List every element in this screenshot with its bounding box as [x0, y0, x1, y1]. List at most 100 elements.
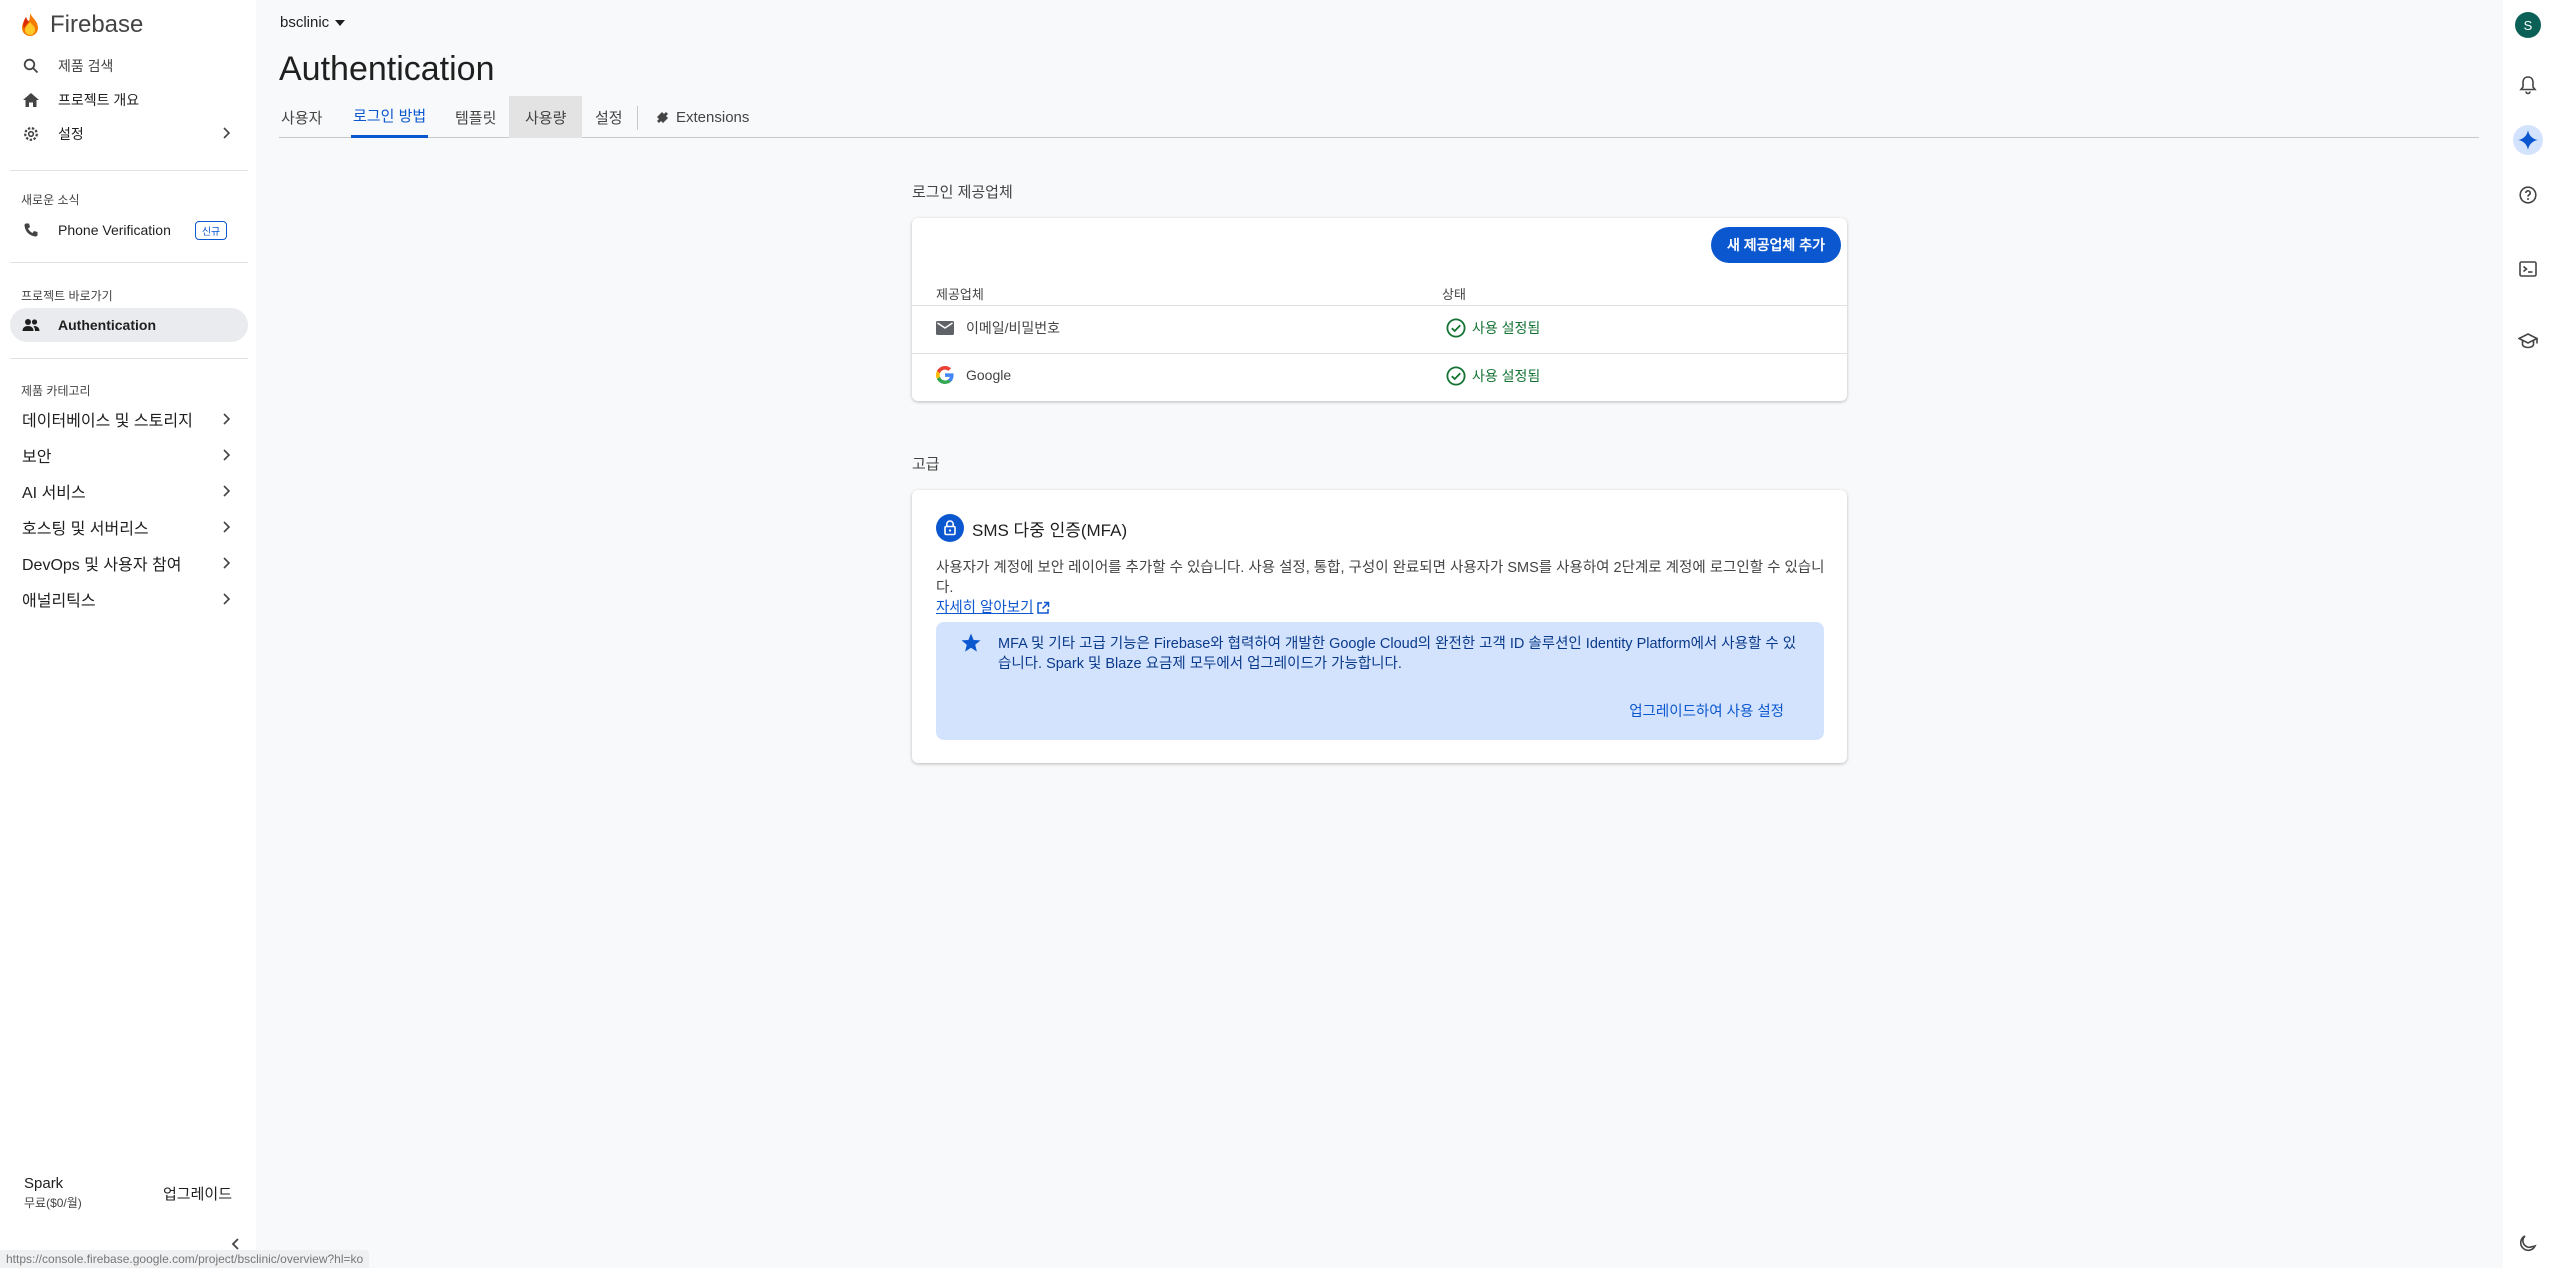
category-ai-services[interactable]: AI 서비스: [22, 476, 248, 506]
moon-icon: [2519, 1235, 2537, 1252]
status-bar-url: https://console.firebase.google.com/proj…: [0, 1250, 370, 1268]
plan-price: 무료($0/월): [24, 1196, 82, 1210]
chevron-right-icon: [223, 449, 231, 461]
provider-column-header: 제공업체: [936, 287, 984, 302]
divider: [10, 262, 248, 263]
divider: [10, 358, 248, 359]
project-selector[interactable]: bsclinic: [280, 14, 346, 31]
news-section-label: 새로운 소식: [21, 193, 80, 207]
external-link-icon: [1037, 601, 1050, 614]
identity-platform-notice: MFA 및 기타 고급 기능은 Firebase와 협력하여 개발한 Googl…: [936, 622, 1824, 740]
sidebar-item-label: 설정: [58, 126, 84, 142]
bell-icon: [2519, 76, 2537, 95]
sidebar-item-phone-verification[interactable]: Phone Verification 신규: [10, 213, 248, 247]
providers-section-label: 로그인 제공업체: [912, 184, 1013, 201]
dark-mode-toggle[interactable]: [2513, 1228, 2543, 1258]
sidebar-item-settings[interactable]: 설정: [10, 117, 248, 151]
terminal-icon: [2519, 261, 2537, 277]
help-icon: [2519, 186, 2537, 204]
provider-cell: Google: [936, 366, 1011, 384]
provider-status: 사용 설정됨: [1446, 318, 1540, 338]
tab-templates[interactable]: 템플릿: [453, 96, 498, 138]
tab-extensions[interactable]: Extensions: [653, 96, 751, 138]
tab-label: Extensions: [676, 108, 750, 126]
status-column-header: 상태: [1442, 287, 1466, 302]
provider-row-email[interactable]: 이메일/비밀번호 사용 설정됨: [912, 305, 1847, 353]
phone-icon: [20, 219, 42, 241]
tab-separator: [637, 106, 638, 130]
categories-section-label: 제품 카테고리: [21, 384, 91, 398]
provider-name: 이메일/비밀번호: [966, 320, 1061, 336]
brand-name: Firebase: [50, 11, 144, 38]
mfa-title: SMS 다중 인증(MFA): [936, 514, 1127, 542]
extensions-icon: [657, 111, 668, 123]
mfa-card: SMS 다중 인증(MFA) 사용자가 계정에 보안 레이어를 추가할 수 있습…: [912, 490, 1847, 763]
category-label: 애널리틱스: [22, 593, 96, 610]
category-label: 보안: [22, 449, 52, 466]
star-icon: [961, 633, 981, 652]
provider-cell: 이메일/비밀번호: [936, 318, 1060, 338]
advanced-section-label: 고급: [912, 456, 940, 473]
category-label: AI 서비스: [22, 485, 86, 502]
add-provider-button[interactable]: 새 제공업체 추가: [1711, 227, 1841, 263]
chevron-right-icon: [223, 521, 231, 533]
notifications-button[interactable]: [2513, 70, 2543, 100]
help-button[interactable]: [2513, 180, 2543, 210]
chevron-right-icon: [223, 413, 231, 425]
firebase-flame-icon: [22, 13, 38, 36]
upgrade-enable-button[interactable]: 업그레이드하여 사용 설정: [1629, 700, 1784, 721]
gear-icon: [20, 123, 42, 145]
tab-users[interactable]: 사용자: [279, 96, 324, 138]
mail-icon: [936, 321, 954, 335]
sidebar-item-overview[interactable]: 프로젝트 개요: [10, 83, 248, 117]
plan-name: Spark: [24, 1175, 64, 1192]
category-database-storage[interactable]: 데이터베이스 및 스토리지: [22, 404, 248, 434]
chevron-right-icon: [223, 127, 231, 139]
sidebar-item-authentication[interactable]: Authentication: [10, 308, 248, 342]
notice-text: MFA 및 기타 고급 기능은 Firebase와 협력하여 개발한 Googl…: [998, 636, 1797, 672]
home-icon: [20, 89, 42, 111]
tab-settings[interactable]: 설정: [593, 96, 625, 138]
check-circle-icon: [1446, 318, 1466, 338]
chevron-right-icon: [223, 557, 231, 569]
learning-button[interactable]: [2513, 326, 2543, 356]
category-hosting-serverless[interactable]: 호스팅 및 서버리스: [22, 512, 248, 542]
mfa-description-text: 사용자가 계정에 보안 레이어를 추가할 수 있습니다. 사용 설정, 통합, …: [936, 560, 1825, 596]
cloud-shell-button[interactable]: [2513, 254, 2543, 284]
mfa-description: 사용자가 계정에 보안 레이어를 추가할 수 있습니다. 사용 설정, 통합, …: [936, 558, 1826, 618]
plan-info: Spark 무료($0/월): [24, 1175, 82, 1211]
chevron-right-icon: [223, 485, 231, 497]
product-search[interactable]: 제품 검색: [10, 49, 248, 83]
tab-usage[interactable]: 사용량: [509, 96, 583, 138]
firebase-logo[interactable]: Firebase: [20, 10, 143, 40]
provider-name: Google: [966, 367, 1012, 383]
category-label: DevOps 및 사용자 참여: [22, 557, 182, 574]
category-analytics[interactable]: 애널리틱스: [22, 584, 248, 614]
category-devops[interactable]: DevOps 및 사용자 참여: [22, 548, 248, 578]
lock-icon: [936, 514, 964, 542]
search-label: 제품 검색: [58, 58, 114, 74]
sidebar-item-label: Authentication: [58, 317, 156, 333]
search-icon: [20, 55, 42, 77]
sidebar: Firebase 제품 검색 프로젝트 개요 설정 새로운 소식 Phone V…: [0, 0, 256, 1268]
status-text: 사용 설정됨: [1472, 368, 1541, 384]
divider: [10, 170, 248, 171]
google-icon: [936, 366, 954, 384]
category-label: 데이터베이스 및 스토리지: [22, 413, 193, 430]
new-badge: 신규: [194, 220, 228, 240]
sidebar-item-label: 프로젝트 개요: [58, 92, 140, 108]
upgrade-button[interactable]: 업그레이드: [163, 1183, 232, 1204]
sidebar-item-label: Phone Verification: [58, 222, 171, 238]
gemini-button[interactable]: [2513, 125, 2543, 155]
tab-sign-in-method[interactable]: 로그인 방법: [351, 96, 429, 138]
avatar[interactable]: S: [2515, 12, 2541, 38]
school-icon: [2518, 333, 2538, 349]
provider-status: 사용 설정됨: [1446, 366, 1540, 386]
learn-more-link[interactable]: 자세히 알아보기: [936, 598, 1033, 618]
category-label: 호스팅 및 서버리스: [22, 521, 149, 538]
people-icon: [20, 314, 42, 336]
mfa-title-text: SMS 다중 인증(MFA): [972, 520, 1128, 540]
chevron-right-icon: [223, 593, 231, 605]
provider-row-google[interactable]: Google 사용 설정됨: [912, 353, 1847, 401]
category-security[interactable]: 보안: [22, 440, 248, 470]
